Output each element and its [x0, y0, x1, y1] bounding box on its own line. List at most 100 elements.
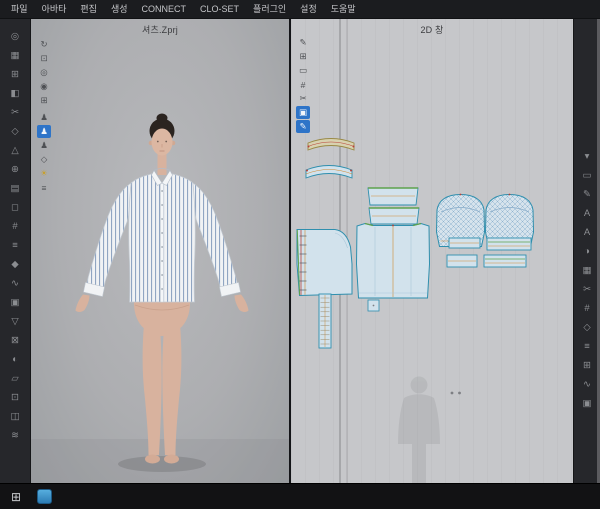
avatar-left-leg[interactable]	[143, 324, 162, 455]
avatar-left-foot[interactable]	[145, 455, 160, 464]
tool-icon[interactable]: ◎	[7, 27, 24, 46]
floor-shadow	[118, 456, 206, 472]
pattern-piece-front-placket[interactable]	[319, 294, 331, 348]
tool-icon[interactable]: ≋	[7, 426, 24, 445]
tool-icon[interactable]: ◐	[7, 350, 24, 369]
display-menu-button[interactable]: ≡	[37, 181, 51, 194]
tool-icon[interactable]: ✎	[579, 185, 596, 204]
avatar-right-eye	[165, 141, 167, 143]
avatar-hips[interactable]	[134, 300, 190, 336]
clo3d-window: 파일아바타편집생성CONNECTCLO-SET플러그인설정도움말 ◎▦⊞◧✂◇△…	[0, 0, 600, 509]
pattern-mode-button[interactable]: ▣	[296, 106, 310, 119]
tool-icon[interactable]: ∿	[7, 274, 24, 293]
3d-scene[interactable]	[31, 19, 289, 483]
show-avatar-button[interactable]: ♟	[37, 125, 51, 138]
pattern-piece-collar[interactable]	[306, 166, 352, 179]
menu-item[interactable]: 도움말	[324, 0, 363, 18]
menu-item[interactable]: 아바타	[35, 0, 74, 18]
menu-item[interactable]: 플러그인	[246, 0, 293, 18]
tool-icon[interactable]: ◫	[7, 407, 24, 426]
tool-icon[interactable]: ◇	[7, 122, 24, 141]
tool-icon[interactable]: ◻	[7, 198, 24, 217]
avatar-left-eye	[157, 141, 159, 143]
avatar-right-leg[interactable]	[162, 324, 181, 455]
2d-pattern-window[interactable]: 2D 창 ✎ ⊞ ▭ # ✂ ▣ ✎	[291, 19, 573, 483]
tool-icon[interactable]: ◑	[579, 242, 596, 261]
render-style-button[interactable]: ⊡	[37, 52, 51, 65]
avatar-right-hand[interactable]	[235, 295, 249, 312]
shirt-left-sleeve	[87, 183, 132, 289]
pattern-piece-cuff-2[interactable]	[487, 238, 531, 250]
avatar-left-hand[interactable]	[76, 295, 90, 312]
tool-icon[interactable]: ▦	[579, 261, 596, 280]
left-toolstrip: ◎▦⊞◧✂◇△⊕▤◻#≡◆∿▣▽⊠◐▱⊡◫≋	[0, 19, 31, 483]
tool-icon[interactable]: ∿	[579, 375, 596, 394]
tool-icon[interactable]: A	[579, 204, 596, 223]
2d-pattern-canvas[interactable]	[291, 19, 573, 483]
pattern-piece-yoke-upper[interactable]	[368, 188, 418, 205]
tool-icon[interactable]: ✂	[579, 280, 596, 299]
tool-icon[interactable]: ⊕	[7, 160, 24, 179]
garment-shirt[interactable]	[84, 169, 241, 303]
taskbar-app-icon[interactable]	[37, 489, 52, 504]
tool-icon[interactable]: ≡	[579, 337, 596, 356]
menubar: 파일아바타편집생성CONNECTCLO-SET플러그인설정도움말	[0, 0, 600, 19]
reset-view-button[interactable]: ↻	[37, 38, 51, 51]
gizmo-button[interactable]: ◇	[37, 153, 51, 166]
menu-item[interactable]: CONNECT	[135, 0, 194, 18]
tool-icon[interactable]: ▣	[579, 394, 596, 413]
pattern-piece-front-bodice[interactable]	[297, 230, 352, 296]
tool-icon[interactable]: ≡	[7, 236, 24, 255]
avatar[interactable]	[76, 114, 249, 464]
tool-icon[interactable]: ▽	[7, 312, 24, 331]
grid-tool-button[interactable]: ⊞	[296, 50, 310, 63]
avatar-right-foot[interactable]	[164, 455, 179, 464]
grid-toggle-button[interactable]: ⊞	[37, 94, 51, 107]
tool-icon[interactable]: ◇	[579, 318, 596, 337]
tool-icon[interactable]: ⊞	[579, 356, 596, 375]
avatar-mode-button[interactable]: ♟	[37, 139, 51, 152]
menu-item[interactable]: CLO-SET	[193, 0, 246, 18]
pattern-piece-cuff-3[interactable]	[447, 255, 477, 267]
scissors-tool-button[interactable]: ✂	[296, 92, 310, 105]
pattern-piece-cuff-1[interactable]	[449, 238, 480, 248]
start-button[interactable]: ⊞	[5, 490, 27, 504]
avatar-neck	[158, 153, 167, 175]
tool-icon[interactable]: ◧	[7, 84, 24, 103]
texture-tool-button[interactable]: #	[296, 78, 310, 91]
edit-pattern-button[interactable]: ✎	[296, 120, 310, 133]
tool-icon[interactable]: ▣	[7, 293, 24, 312]
menu-item[interactable]: 파일	[4, 0, 35, 18]
tool-icon[interactable]: ⊞	[7, 65, 24, 84]
pattern-piece-yoke-lower[interactable]	[369, 208, 419, 224]
tool-icon[interactable]: △	[7, 141, 24, 160]
menu-item[interactable]: 편집	[73, 0, 104, 18]
tool-icon[interactable]: A	[579, 223, 596, 242]
tool-icon[interactable]: ▱	[7, 369, 24, 388]
shirt-placket	[161, 183, 164, 302]
tool-icon[interactable]: ▭	[579, 166, 596, 185]
tool-icon[interactable]: ▦	[7, 46, 24, 65]
light-button[interactable]: ☀	[37, 167, 51, 180]
3d-viewport[interactable]: 셔츠.Zprj ↻ ⊡ ◎ ◉ ⊞ ♟ ♟ ♟ ◇ ☀ ≡	[31, 19, 289, 483]
camera-button[interactable]: ◉	[37, 80, 51, 93]
menu-item[interactable]: 설정	[293, 0, 324, 18]
pattern-piece-back-bodice[interactable]	[357, 224, 430, 299]
tool-icon[interactable]: #	[579, 299, 596, 318]
tool-icon[interactable]: ◆	[7, 255, 24, 274]
menu-item[interactable]: 생성	[104, 0, 135, 18]
pattern-piece-small[interactable]	[368, 300, 379, 311]
tool-icon[interactable]: ▤	[7, 179, 24, 198]
pen-tool-button[interactable]: ✎	[296, 36, 310, 49]
focus-button[interactable]: ◎	[37, 66, 51, 79]
rect-tool-button[interactable]: ▭	[296, 64, 310, 77]
tool-icon[interactable]: ✂	[7, 103, 24, 122]
pattern-piece-cuff-4[interactable]	[484, 255, 526, 267]
tool-icon[interactable]: #	[7, 217, 24, 236]
2d-toolbar: ✎ ⊞ ▭ # ✂ ▣ ✎	[296, 36, 310, 133]
tool-icon[interactable]: ⊡	[7, 388, 24, 407]
tool-icon[interactable]: ⊠	[7, 331, 24, 350]
tool-icon[interactable]: ▾	[579, 147, 596, 166]
pattern-buttons[interactable]	[451, 392, 461, 395]
show-garment-button[interactable]: ♟	[37, 111, 51, 124]
